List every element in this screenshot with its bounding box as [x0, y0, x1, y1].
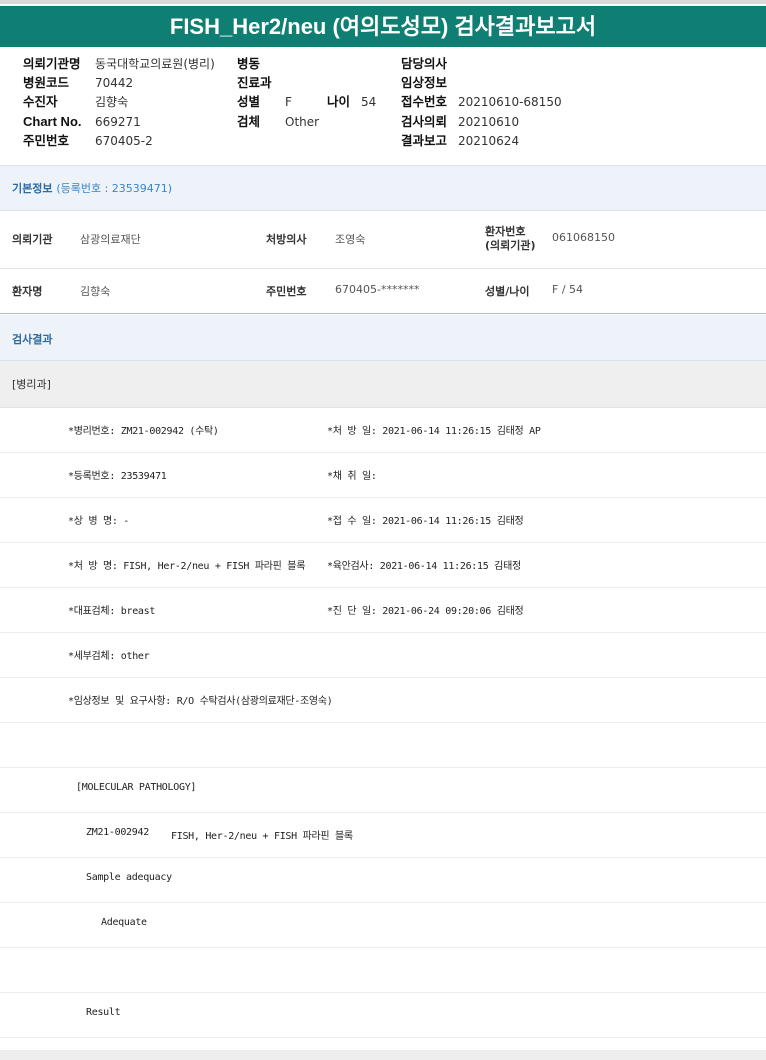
header-receiver: 수진자 김향숙: [23, 94, 129, 109]
header-sex: 성별 F 나이 54: [237, 94, 377, 109]
blank-line: [0, 723, 766, 768]
bottom-strip: [0, 1050, 766, 1060]
header-specimen: 검체 Other: [237, 114, 320, 129]
header-doctor: 담당의사: [401, 56, 448, 71]
result-line: *병리번호: ZM21-002942 (수탁) *처 방 일: 2021-06-…: [0, 408, 766, 453]
molecular-header: [MOLECULAR PATHOLOGY]: [0, 768, 766, 813]
sample-adequacy-line: Sample adequacy: [0, 858, 766, 903]
result-line: *등록번호: 23539471 *채 취 일:: [0, 453, 766, 498]
basic-info-band: 기본정보 (등록번호 : 23539471): [0, 165, 766, 211]
header-jumin: 주민번호 670405-2: [23, 133, 153, 148]
results-band: 검사결과: [0, 315, 766, 361]
header-chart: Chart No. 669271: [23, 114, 141, 129]
results-title: 검사결과: [12, 333, 53, 346]
result-line: *처 방 명: FISH, Her-2/neu + FISH 파라핀 블록 *육…: [0, 543, 766, 588]
basic-info-title: 기본정보 (등록번호 : 23539471): [12, 182, 173, 195]
result-line: *상 병 명: - *접 수 일: 2021-06-14 11:26:15 김태…: [0, 498, 766, 543]
result-line: *대표검체: breast *진 단 일: 2021-06-24 09:20:0…: [0, 588, 766, 633]
top-border: [0, 0, 766, 4]
report-title: FISH_Her2/neu (여의도성모) 검사결과보고서: [0, 6, 766, 47]
blank-line: [0, 948, 766, 993]
info-row-1: 의뢰기관 삼광의료재단 처방의사 조영숙 환자번호 (의뢰기관) 0610681…: [0, 210, 766, 269]
info-row-2: 환자명 김향숙 주민번호 670405-******* 성별/나이 F / 54: [12, 283, 584, 298]
header-dept: 진료과: [237, 75, 272, 90]
header-ward: 병동: [237, 56, 261, 71]
section-divider: [0, 313, 766, 314]
header-clinical: 임상정보: [401, 75, 448, 90]
case-line: ZM21-002942 FISH, Her-2/neu + FISH 파라핀 블…: [0, 813, 766, 858]
dept-section: [병리과]: [0, 361, 766, 408]
header-code: 병원코드 70442: [23, 75, 134, 90]
header-request: 검사의뢰 20210610: [401, 114, 520, 129]
result-line: *세부검체: other: [0, 633, 766, 678]
adequate-line: Adequate: [0, 903, 766, 948]
result-line: *임상정보 및 요구사항: R/O 수탁검사(삼광의료재단-조영숙): [0, 678, 766, 723]
header-report: 결과보고 20210624: [401, 133, 520, 148]
header-accession: 접수번호 20210610-68150: [401, 94, 562, 109]
header-hospital: 의뢰기관명 동국대학교의료원(병리): [23, 56, 215, 71]
result-label-line: Result: [0, 993, 766, 1038]
